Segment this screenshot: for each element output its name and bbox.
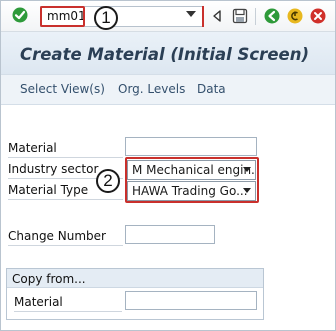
change-number-input[interactable] <box>125 225 215 244</box>
exit-icon[interactable] <box>287 8 303 24</box>
change-number-label: Change Number <box>8 229 106 243</box>
data-button[interactable]: Data <box>197 82 226 96</box>
save-icon[interactable] <box>232 8 248 24</box>
callout-2: 2 <box>96 169 120 193</box>
select-highlight-box <box>125 157 259 203</box>
org-levels-button[interactable]: Org. Levels <box>118 82 185 96</box>
toolbar-separator <box>255 8 256 25</box>
back-triangle-icon[interactable] <box>209 8 225 24</box>
copy-from-material-label: Material <box>14 295 63 309</box>
copy-from-material-input[interactable] <box>125 291 257 310</box>
material-label: Material <box>8 141 57 155</box>
select-views-button[interactable]: Select View(s) <box>20 82 105 96</box>
industry-sector-label: Industry sector <box>8 162 99 176</box>
copy-from-material-underline <box>14 311 122 312</box>
material-type-underline <box>8 199 123 200</box>
command-box-edge-mark <box>202 6 204 27</box>
page-title: Create Material (Initial Screen) <box>20 45 309 64</box>
material-label-underline <box>8 157 123 158</box>
cancel-icon[interactable] <box>310 8 326 24</box>
material-input[interactable] <box>125 137 257 156</box>
back-icon[interactable] <box>264 8 280 24</box>
command-highlight-box <box>40 6 85 27</box>
callout-1: 1 <box>94 6 118 30</box>
material-type-label: Material Type <box>8 183 89 197</box>
command-dropdown-icon[interactable] <box>186 11 196 17</box>
change-number-underline <box>8 245 123 246</box>
copy-from-title: Copy from... <box>12 272 86 286</box>
check-icon[interactable] <box>12 7 28 23</box>
